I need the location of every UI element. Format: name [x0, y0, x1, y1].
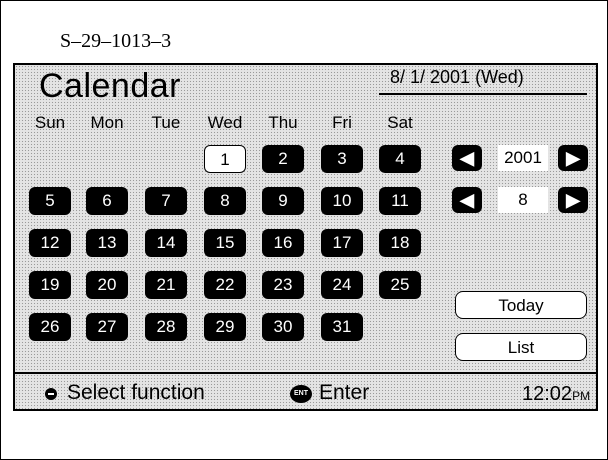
clock-ampm: PM — [572, 389, 591, 403]
day-cell[interactable]: 2 — [262, 145, 304, 173]
year-prev-button[interactable]: ◀ — [452, 145, 482, 171]
weekday-label: Wed — [207, 113, 243, 132]
day-cell[interactable]: 17 — [321, 229, 363, 257]
day-cell[interactable]: 15 — [204, 229, 246, 257]
day-cell[interactable]: 19 — [29, 271, 71, 299]
list-button[interactable]: List — [455, 333, 587, 361]
month-value: 8 — [498, 187, 548, 213]
status-bar-divider — [15, 372, 596, 374]
day-cell[interactable]: 3 — [321, 145, 363, 173]
day-cell[interactable]: 24 — [321, 271, 363, 299]
day-cell[interactable]: 27 — [86, 313, 128, 341]
month-prev-button[interactable]: ◀ — [452, 187, 482, 213]
day-cell[interactable]: 9 — [262, 187, 304, 215]
weekday-label: Sat — [387, 113, 413, 132]
day-cell[interactable]: 14 — [145, 229, 187, 257]
day-cell[interactable]: 28 — [145, 313, 187, 341]
left-arrow-icon: ◀ — [460, 148, 474, 168]
day-cell[interactable]: 11 — [379, 187, 421, 215]
page-title: Calendar — [39, 67, 181, 105]
day-cell[interactable]: 4 — [379, 145, 421, 173]
day-cell[interactable]: 25 — [379, 271, 421, 299]
select-knob-icon — [45, 388, 57, 400]
day-cell[interactable]: 7 — [145, 187, 187, 215]
day-cell[interactable]: 8 — [204, 187, 246, 215]
year-value: 2001 — [498, 145, 548, 171]
day-cell-selected[interactable]: 1 — [204, 145, 246, 173]
select-function-label: Select function — [67, 381, 205, 404]
today-button[interactable]: Today — [455, 291, 587, 319]
day-cell[interactable]: 6 — [86, 187, 128, 215]
month-next-button[interactable]: ▶ — [558, 187, 588, 213]
current-date: 8/ 1/ 2001 (Wed) — [390, 67, 524, 87]
clock: 12:02PM — [522, 383, 590, 406]
day-cell[interactable]: 20 — [86, 271, 128, 299]
day-cell[interactable]: 5 — [29, 187, 71, 215]
day-cell[interactable]: 12 — [29, 229, 71, 257]
date-underline — [379, 93, 587, 95]
weekday-label: Mon — [90, 113, 124, 132]
right-arrow-icon: ▶ — [566, 148, 580, 168]
clock-time: 12:02 — [522, 383, 573, 405]
day-cell[interactable]: 31 — [321, 313, 363, 341]
figure-id: S–29–1013–3 — [60, 30, 172, 52]
day-cell[interactable]: 13 — [86, 229, 128, 257]
enter-button-icon: ENT — [290, 385, 312, 403]
enter-label: Enter — [319, 381, 370, 404]
day-cell[interactable]: 18 — [379, 229, 421, 257]
calendar-screen: Calendar 8/ 1/ 2001 (Wed) Sun Mon Tue Wed Th… — [13, 63, 598, 411]
day-cell[interactable]: 16 — [262, 229, 304, 257]
left-arrow-icon: ◀ — [460, 190, 474, 210]
weekday-label: Tue — [151, 113, 181, 132]
right-arrow-icon: ▶ — [566, 190, 580, 210]
day-cell[interactable]: 29 — [204, 313, 246, 341]
day-cell[interactable]: 26 — [29, 313, 71, 341]
weekday-label: Fri — [332, 113, 352, 132]
day-cell[interactable]: 21 — [145, 271, 187, 299]
weekday-label: Sun — [34, 113, 66, 132]
weekday-label: Thu — [268, 113, 298, 132]
day-cell[interactable]: 22 — [204, 271, 246, 299]
year-next-button[interactable]: ▶ — [558, 145, 588, 171]
day-cell[interactable]: 10 — [321, 187, 363, 215]
day-cell[interactable]: 23 — [262, 271, 304, 299]
day-cell[interactable]: 30 — [262, 313, 304, 341]
